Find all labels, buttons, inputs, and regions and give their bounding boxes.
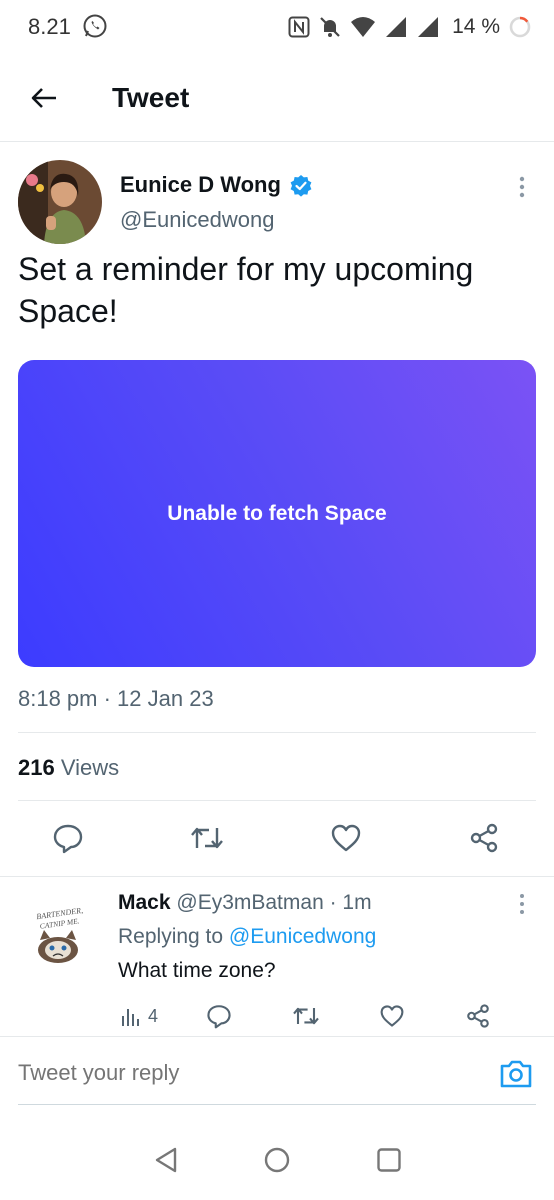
wifi-icon [351,17,376,37]
views-label: Views [60,755,120,780]
reply-views-count: 4 [148,1005,159,1026]
camera-icon[interactable] [498,1056,534,1092]
input-underline [18,1104,536,1105]
tweet-timestamp[interactable]: 8:18 pm · 12 Jan 23 [18,686,214,712]
retweet-icon [293,1007,319,1025]
system-nav-bar [0,1120,554,1200]
reply-views-button[interactable]: 4 [120,1000,158,1032]
views-number: 216 [18,755,55,780]
reply-icon [207,1005,231,1029]
author-handle[interactable]: @Eunicedwong [120,207,274,233]
reply-header: Mack @Ey3mBatman · 1m [118,891,372,915]
battery-ring-icon [509,16,531,38]
space-card-label: Unable to fetch Space [167,501,387,525]
status-icons: 14 % [288,12,532,42]
triangle-back-icon [155,1147,177,1173]
author-name[interactable]: Eunice D Wong [120,172,281,198]
reply-more-options-icon[interactable] [512,892,532,916]
nfc-icon [288,16,310,38]
reply-retweet-button[interactable] [291,1000,321,1032]
retweet-button[interactable] [187,818,227,858]
nav-back-button[interactable] [144,1138,188,1182]
reply-icon [53,824,83,854]
reply-like-button[interactable] [379,1000,405,1032]
reply-author-name[interactable]: Mack [118,891,171,914]
avatar-photo [18,160,102,244]
nav-recents-button[interactable] [367,1138,411,1182]
divider [0,1036,554,1037]
reply-text: What time zone? [118,959,276,982]
tweet-text: Set a reminder for my upcoming Space! [18,251,474,329]
like-icon [331,824,361,852]
divider [18,732,536,733]
views-count[interactable]: 216 Views [18,755,119,781]
status-time: 8.21 [28,14,71,39]
replying-to: Replying to @Eunicedwong [118,925,376,949]
replying-mention-link[interactable]: @Eunicedwong [229,925,376,948]
signal-icon-2 [418,17,439,37]
retweet-icon [191,827,223,849]
reply-button[interactable] [48,818,88,858]
share-icon [470,823,498,853]
like-button[interactable] [326,818,366,858]
app-header: Tweet [0,56,554,142]
back-button[interactable] [24,78,64,118]
share-button[interactable] [464,818,504,858]
more-options-icon[interactable] [510,174,534,202]
author-avatar[interactable] [18,160,102,244]
whatsapp-icon [83,14,107,38]
divider [0,876,554,877]
nav-home-button[interactable] [255,1138,299,1182]
divider [18,800,536,801]
reply-input[interactable] [18,1060,478,1086]
battery-percent: 14 % [452,15,500,38]
mute-icon [320,17,340,37]
analytics-icon [122,1009,139,1026]
signal-icon [386,17,407,37]
reply-avatar-image: BARTENDER, CATNIP ME. [28,894,92,966]
verified-badge-icon [290,175,312,197]
arrow-left-icon [31,88,56,108]
replying-prefix: Replying to [118,925,224,948]
reply-meta: @Ey3mBatman · 1m [176,891,372,914]
square-recents-icon [377,1148,401,1172]
status-bar: 8.21 14 % [0,0,554,56]
page-title: Tweet [112,82,190,113]
reply-reply-button[interactable] [206,1000,232,1032]
reply-share-button[interactable] [465,1000,491,1032]
circle-home-icon [264,1147,290,1173]
reply-avatar[interactable]: BARTENDER, CATNIP ME. [28,894,92,966]
reply-actions: 4 [0,1000,554,1032]
like-icon [380,1005,404,1027]
space-card[interactable]: Unable to fetch Space [18,360,536,667]
share-icon [467,1004,489,1028]
tweet-actions [0,818,554,858]
